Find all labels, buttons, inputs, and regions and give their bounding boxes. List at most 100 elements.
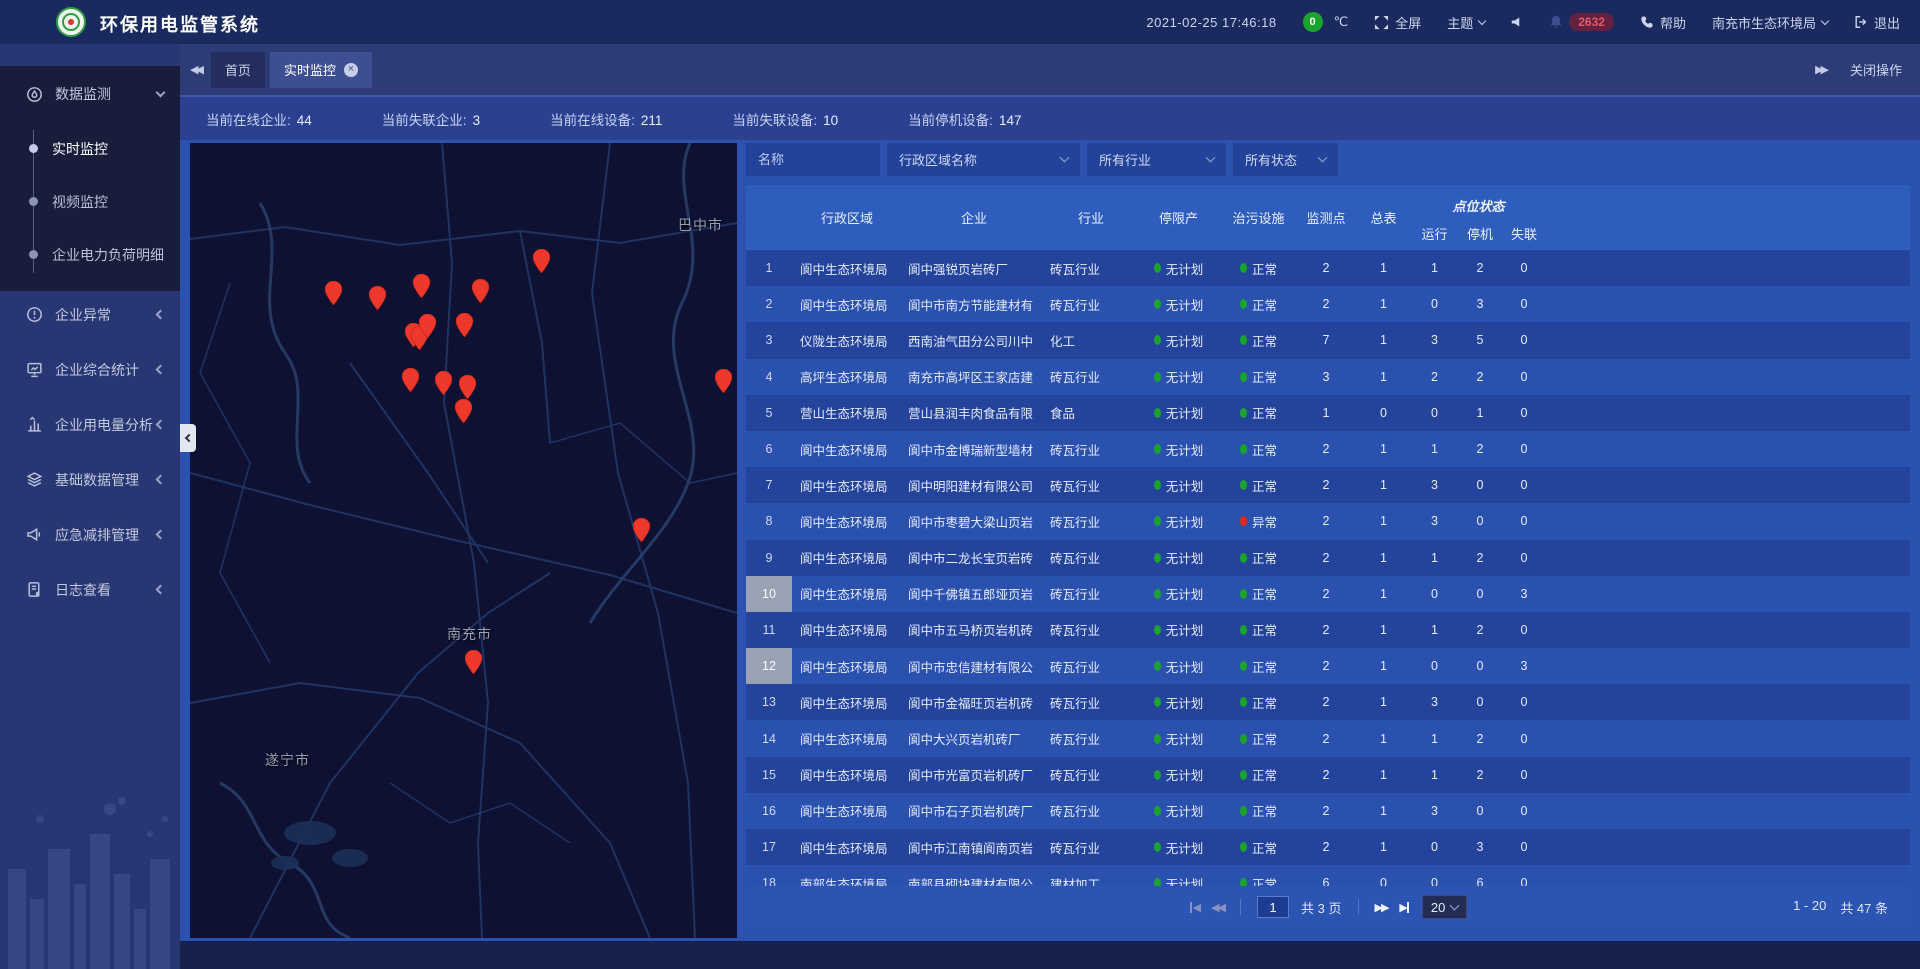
- stat-label: 当前失联企业:: [382, 113, 467, 128]
- sidebar-item-enterprise-abnormal[interactable]: 企业异常: [0, 287, 180, 342]
- table-row[interactable]: 6阆中生态环境局阆中市金博瑞新型墙材砖瓦行业无计划正常21120: [746, 431, 1910, 467]
- table-row[interactable]: 7阆中生态环境局阆中明阳建材有限公司砖瓦行业无计划正常21300: [746, 467, 1910, 503]
- pollution-facility-cell: 正常: [1221, 865, 1296, 886]
- region-filter-select[interactable]: 行政区域名称: [887, 143, 1080, 176]
- pagination-controls: ◀ ◀◀ 1 共 3 页 ▶▶ ▶ 20: [1189, 895, 1468, 919]
- pagination-divider: [1240, 899, 1241, 915]
- table-row[interactable]: 10阆中生态环境局阆中千佛镇五郎垭页岩砖瓦行业无计划正常21003: [746, 576, 1910, 612]
- notifications-button[interactable]: 2632: [1549, 13, 1614, 31]
- map-pin[interactable]: [533, 249, 550, 273]
- stopped-count-cell: 5: [1458, 322, 1502, 358]
- page-number-input[interactable]: 1: [1257, 896, 1289, 918]
- org-dropdown[interactable]: 南充市生态环境局: [1712, 13, 1828, 32]
- page-size-select[interactable]: 20: [1422, 895, 1467, 919]
- table-row[interactable]: 9阆中生态环境局阆中市二龙长宝页岩砖砖瓦行业无计划正常21120: [746, 540, 1910, 576]
- close-operations-button[interactable]: 关闭操作: [1850, 60, 1902, 79]
- tab-realtime-monitoring[interactable]: 实时监控 ×: [270, 52, 372, 88]
- map-pin[interactable]: [413, 274, 430, 298]
- table-row[interactable]: 13阆中生态环境局阆中市金福旺页岩机砖砖瓦行业无计划正常21300: [746, 684, 1910, 720]
- map-pin[interactable]: [419, 314, 436, 338]
- map-pin[interactable]: [369, 286, 386, 310]
- theme-dropdown[interactable]: 主题: [1447, 13, 1485, 32]
- map-pin[interactable]: [472, 279, 489, 303]
- map-pin[interactable]: [325, 281, 342, 305]
- tab-home[interactable]: 首页: [211, 52, 265, 88]
- map-panel[interactable]: 巴中市南充市遂宁市: [190, 143, 737, 938]
- table-row[interactable]: 18南部生态环境局南部县砌块建材有限公建材加工无计划正常60060: [746, 865, 1910, 886]
- lost-count-cell: 0: [1502, 395, 1546, 431]
- industry-filter-select[interactable]: 所有行业: [1087, 143, 1226, 176]
- map-pin[interactable]: [435, 371, 452, 395]
- header-monitor-points: 监测点: [1296, 185, 1356, 250]
- map-pin[interactable]: [402, 368, 419, 392]
- sidebar-item-emergency-reduction[interactable]: 应急减排管理: [0, 507, 180, 562]
- stop-production-cell-text: 无计划: [1166, 838, 1204, 857]
- total-meter-cell: 1: [1356, 431, 1411, 467]
- map-pin[interactable]: [456, 313, 473, 337]
- row-filler: [1546, 720, 1910, 756]
- pollution-facility-cell: 正常: [1221, 757, 1296, 793]
- table-row[interactable]: 3仪陇生态环境局西南油气田分公司川中化工无计划正常71350: [746, 322, 1910, 358]
- table-row[interactable]: 15阆中生态环境局阆中市光富页岩机砖厂砖瓦行业无计划正常21120: [746, 757, 1910, 793]
- total-meter-cell: 1: [1356, 503, 1411, 539]
- sidebar-item-base-data-management[interactable]: 基础数据管理: [0, 452, 180, 507]
- tabs-scroll-right-button[interactable]: ▶▶: [1805, 63, 1836, 76]
- next-page-button[interactable]: ▶▶: [1375, 901, 1388, 914]
- sidebar-collapse-button[interactable]: [180, 424, 196, 452]
- last-page-button[interactable]: ▶: [1399, 901, 1409, 914]
- table-row[interactable]: 11阆中生态环境局阆中市五马桥页岩机砖砖瓦行业无计划正常21120: [746, 612, 1910, 648]
- table-row[interactable]: 16阆中生态环境局阆中市石子页岩机砖厂砖瓦行业无计划正常21300: [746, 793, 1910, 829]
- pin-icon: [456, 313, 473, 337]
- header-stop-production: 停限产: [1136, 185, 1221, 250]
- tabs-scroll-left-button[interactable]: ◀◀: [180, 63, 211, 76]
- stat-label: 当前在线设备:: [550, 113, 635, 128]
- stat-stopped-devices: 当前停机设备:147: [908, 109, 1021, 129]
- table-row[interactable]: 1阆中生态环境局阆中强锐页岩砖厂砖瓦行业无计划正常21120: [746, 250, 1910, 286]
- table-row[interactable]: 14阆中生态环境局阆中大兴页岩机砖厂砖瓦行业无计划正常21120: [746, 720, 1910, 756]
- region-cell: 阆中生态环境局: [792, 286, 902, 322]
- pin-icon: [465, 650, 482, 674]
- running-count-cell: 3: [1411, 684, 1458, 720]
- mute-button[interactable]: [1511, 16, 1523, 28]
- map-pin[interactable]: [633, 518, 650, 542]
- status-dot-green: [1240, 335, 1247, 345]
- table-row[interactable]: 2阆中生态环境局阆中市南方节能建材有砖瓦行业无计划正常21030: [746, 286, 1910, 322]
- enterprise-panel: 行政区域名称 所有行业 所有状态 行政区域 企业 行业 停限产 治污设施: [746, 140, 1910, 941]
- pollution-facility-cell: 正常: [1221, 720, 1296, 756]
- table-row[interactable]: 5营山生态环境局营山县润丰肉食品有限食品无计划正常10010: [746, 395, 1910, 431]
- map-pin[interactable]: [715, 369, 732, 393]
- sidebar-item-power-usage-analysis[interactable]: 企业用电量分析: [0, 397, 180, 452]
- sidebar-item-enterprise-statistics[interactable]: 企业综合统计: [0, 342, 180, 397]
- stopped-count-cell: 0: [1458, 793, 1502, 829]
- map-pin[interactable]: [459, 375, 476, 399]
- sidebar-item-label: 数据监测: [55, 84, 157, 104]
- row-number-cell: 6: [746, 431, 792, 467]
- map-pin[interactable]: [465, 650, 482, 674]
- map-pin[interactable]: [455, 399, 472, 423]
- first-page-button[interactable]: ◀: [1189, 901, 1199, 914]
- table-row[interactable]: 8阆中生态环境局阆中市枣碧大梁山页岩砖瓦行业无计划异常21300: [746, 503, 1910, 539]
- region-cell: 阆中生态环境局: [792, 612, 902, 648]
- stop-production-cell-text: 无计划: [1166, 765, 1204, 784]
- lost-count-cell: 0: [1502, 503, 1546, 539]
- sidebar-item-realtime-monitoring[interactable]: 实时监控: [0, 122, 180, 175]
- fullscreen-button[interactable]: 全屏: [1374, 13, 1421, 32]
- region-cell: 南部生态环境局: [792, 865, 902, 886]
- logout-button[interactable]: 退出: [1854, 13, 1900, 32]
- status-dot-green: [1154, 697, 1161, 707]
- sidebar-item-video-monitoring[interactable]: 视频监控: [0, 175, 180, 228]
- stop-production-cell: 无计划: [1136, 684, 1221, 720]
- sidebar-item-power-load-detail[interactable]: 企业电力负荷明细: [0, 228, 180, 281]
- sidebar-item-log-view[interactable]: 日志查看: [0, 562, 180, 617]
- table-row[interactable]: 17阆中生态环境局阆中市江南镇阆南页岩砖瓦行业无计划正常21030: [746, 829, 1910, 865]
- row-filler: [1546, 503, 1910, 539]
- stat-value: 211: [641, 113, 663, 128]
- help-button[interactable]: 帮助: [1640, 13, 1686, 32]
- table-row[interactable]: 12阆中生态环境局阆中市忠信建材有限公砖瓦行业无计划正常21003: [746, 648, 1910, 684]
- name-filter-input[interactable]: [746, 143, 880, 176]
- prev-page-button[interactable]: ◀◀: [1211, 901, 1224, 914]
- table-row[interactable]: 4高坪生态环境局南充市高坪区王家店建砖瓦行业无计划正常31220: [746, 359, 1910, 395]
- status-filter-select[interactable]: 所有状态: [1233, 143, 1338, 176]
- tab-close-icon[interactable]: ×: [344, 63, 358, 77]
- sidebar-item-data-monitoring[interactable]: 数据监测: [0, 66, 180, 122]
